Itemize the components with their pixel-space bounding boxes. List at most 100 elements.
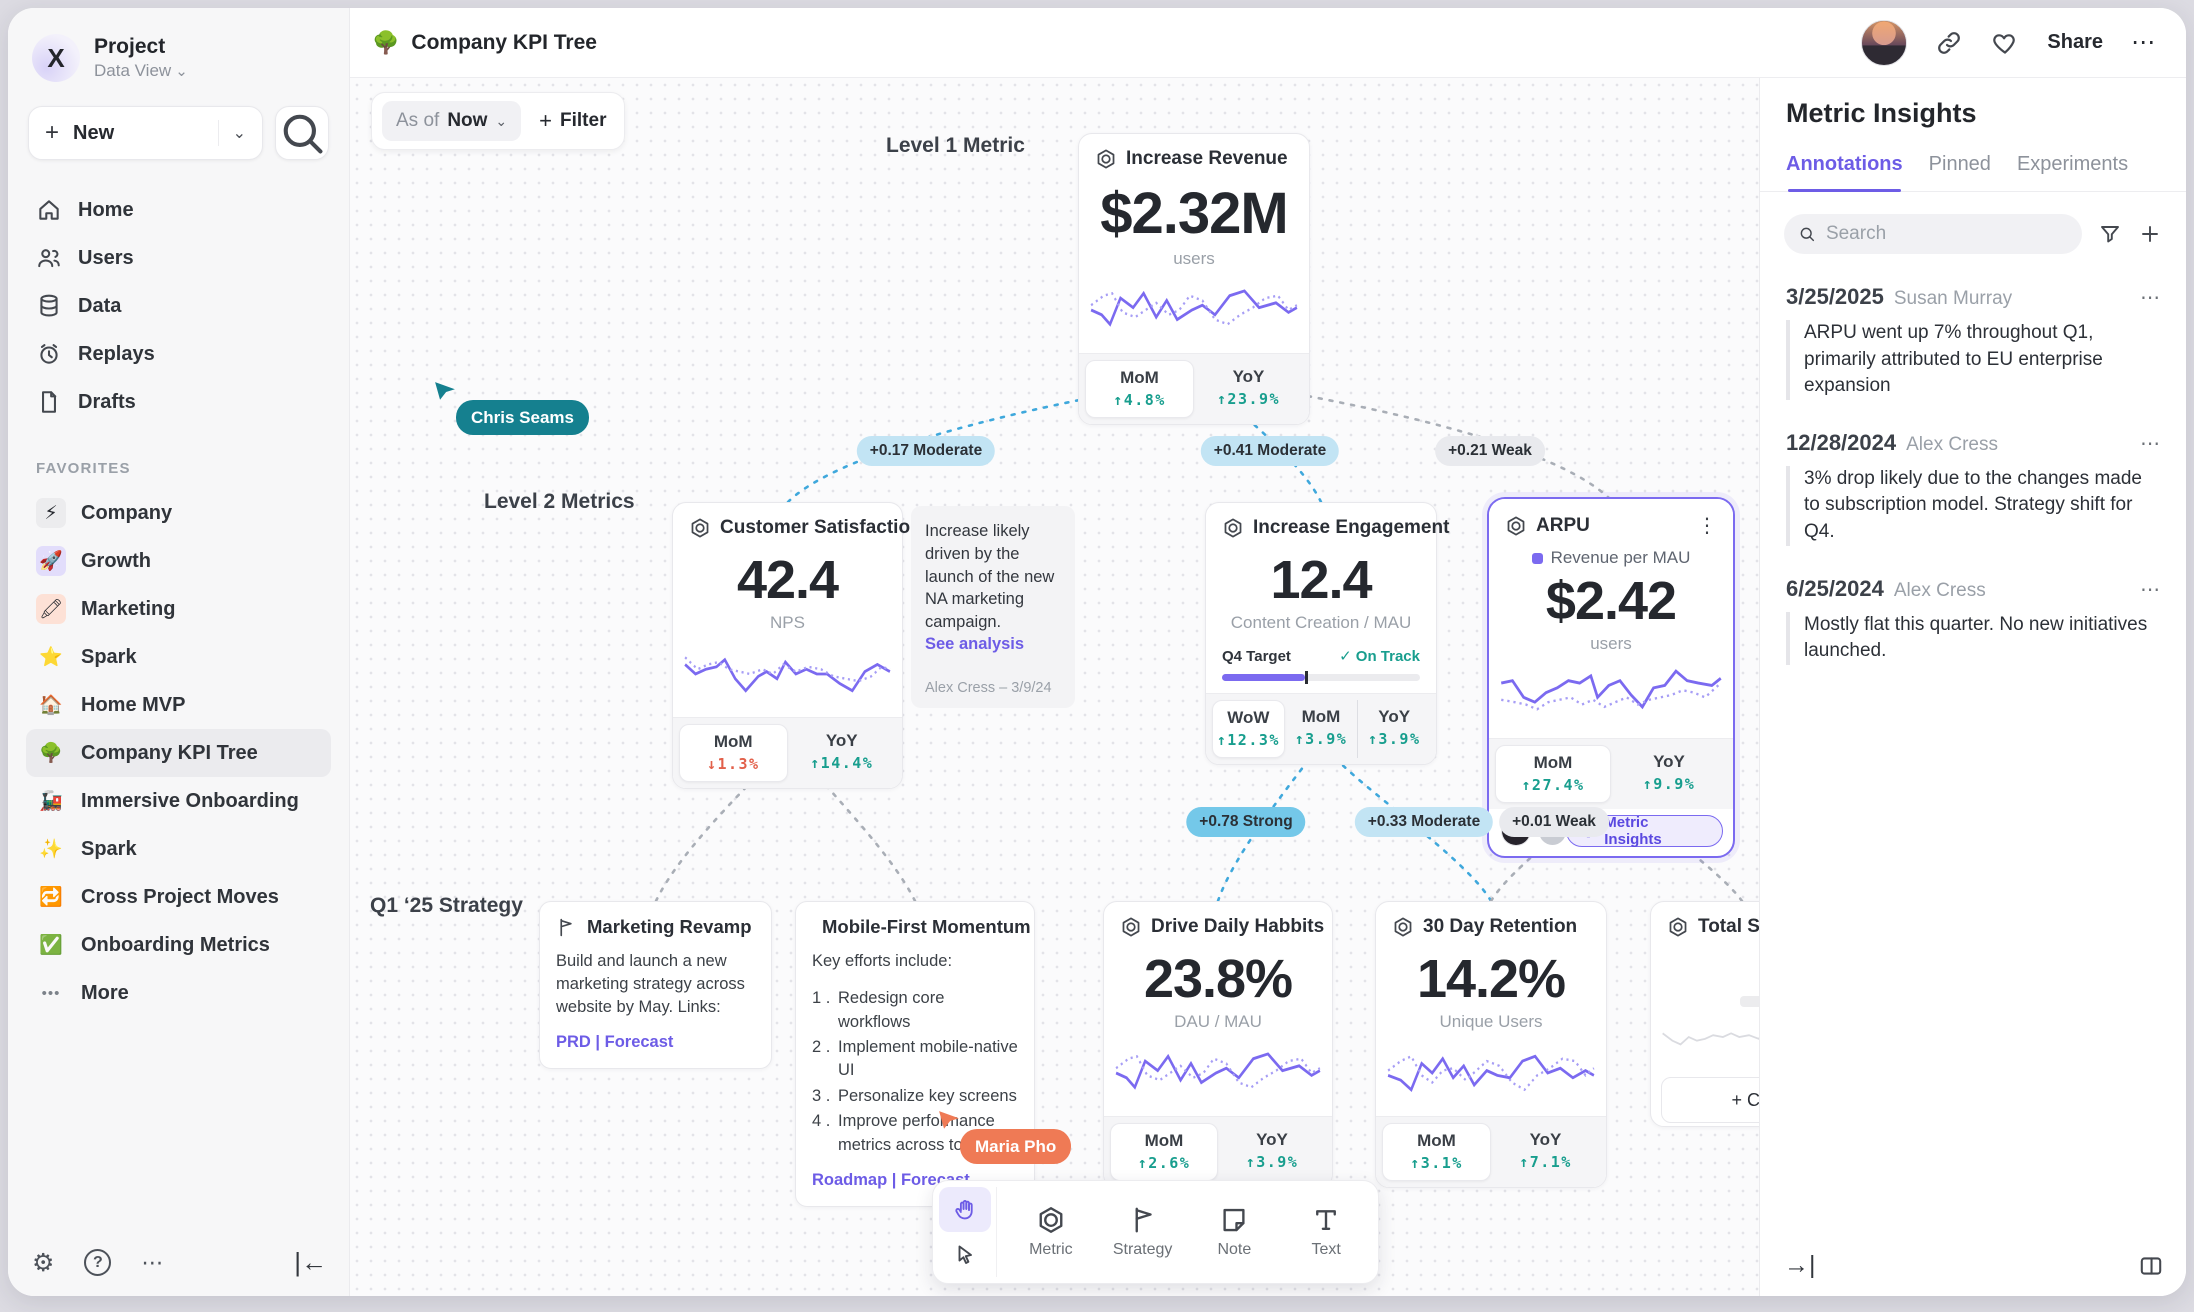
collapse-sidebar-icon[interactable]: |← — [294, 1247, 327, 1278]
metric-value: $2.32M — [1079, 180, 1309, 247]
tab-annotations[interactable]: Annotations — [1786, 153, 1903, 191]
collaborator-cursor-maria: Maria Pho — [938, 1110, 1071, 1164]
new-button[interactable]: + New ⌄ — [28, 106, 263, 160]
chevron-down-icon: ⌄ — [175, 63, 188, 80]
layout-columns-icon[interactable] — [2138, 1253, 2164, 1279]
stat-yoy: YoY↑14.4% — [788, 724, 897, 782]
favorites-heading: FAVORITES — [36, 460, 321, 477]
note-tool-button[interactable]: Note — [1189, 1187, 1281, 1277]
series-legend: Revenue per MAU — [1489, 548, 1733, 568]
select-tool-button[interactable] — [939, 1232, 991, 1277]
chevron-down-icon[interactable]: ⌄ — [233, 123, 246, 143]
text-icon — [1311, 1205, 1341, 1235]
annotation-menu-icon[interactable]: ⋯ — [2140, 577, 2160, 602]
list-item: Implement mobile-native UI — [812, 1036, 1018, 1083]
train-icon: 🚂 — [36, 786, 66, 816]
sidebar-item-spark[interactable]: ⭐Spark — [26, 633, 331, 681]
metric-card-arpu[interactable]: ARPU ⋮ Revenue per MAU $2.42 users MoM↑2… — [1489, 499, 1733, 809]
canvas-note[interactable]: Increase likely driven by the launch of … — [911, 506, 1075, 708]
tab-experiments[interactable]: Experiments — [2017, 153, 2128, 191]
hexagon-metric-icon — [1120, 916, 1142, 938]
sidebar-item-home[interactable]: Home — [26, 186, 331, 234]
sparkline-chart — [1661, 1013, 1759, 1061]
sidebar-nav: Home Users Data Replays Drafts — [26, 186, 331, 426]
hand-tool-button[interactable] — [939, 1187, 991, 1232]
connect-data-button[interactable]: + Connec — [1661, 1077, 1759, 1123]
metric-card-increase-revenue[interactable]: Increase Revenue $2.32M users MoM↑4.8% Y… — [1078, 133, 1310, 425]
strategy-tool-button[interactable]: Strategy — [1097, 1187, 1189, 1277]
kpi-tree-canvas[interactable]: As of Now ⌄ + Filter Level 1 Metric Leve… — [350, 78, 1759, 1296]
sidebar-item-spark-2[interactable]: ✨Spark — [26, 825, 331, 873]
sidebar-item-home-mvp[interactable]: 🏠Home MVP — [26, 681, 331, 729]
search-input[interactable] — [1826, 223, 2068, 245]
see-analysis-link[interactable]: See analysis — [925, 635, 1061, 654]
hexagon-metric-icon — [1505, 515, 1527, 537]
sidebar-item-growth[interactable]: 🚀Growth — [26, 537, 331, 585]
doc-title: 🌳 Company KPI Tree — [372, 30, 597, 56]
help-icon[interactable]: ? — [84, 1249, 111, 1276]
edge-label: +0.78 Strong — [1186, 807, 1305, 837]
edge-label: +0.21 Weak — [1435, 436, 1545, 466]
metric-card-customer-satisfaction[interactable]: Customer Satisfaction 42.4 NPS MoM↓1.3% … — [672, 502, 903, 789]
add-annotation-icon[interactable] — [2138, 222, 2162, 246]
annotation-item[interactable]: 6/25/2024 Alex Cress ⋯ Mostly flat this … — [1786, 576, 2160, 665]
favorite-heart-icon[interactable] — [1991, 29, 2019, 57]
strategy-card-marketing-revamp[interactable]: Marketing Revamp Build and launch a new … — [539, 901, 772, 1069]
annotation-menu-icon[interactable]: ⋯ — [2140, 285, 2160, 310]
card-menu-icon[interactable]: ⋮ — [1697, 513, 1717, 538]
sidebar-item-immersive-onboarding[interactable]: 🚂Immersive Onboarding — [26, 777, 331, 825]
sidebar-item-company-kpi-tree[interactable]: 🌳Company KPI Tree — [26, 729, 331, 777]
collapse-panel-icon[interactable]: →| — [1784, 1251, 1816, 1280]
hexagon-metric-icon — [1222, 517, 1244, 539]
metric-card-arpu-selected[interactable]: ARPU ⋮ Revenue per MAU $2.42 users MoM↑2… — [1487, 497, 1735, 858]
metric-unit: NPS — [673, 613, 902, 633]
metric-card-drive-daily-habbits[interactable]: Drive Daily Habbits 23.8% DAU / MAU MoM↑… — [1103, 901, 1333, 1188]
filter-button[interactable]: + Filter — [539, 108, 606, 134]
hexagon-metric-icon — [1095, 148, 1117, 170]
copy-link-icon[interactable] — [1935, 29, 1963, 57]
project-switcher[interactable]: X Project Data View⌄ — [26, 30, 331, 82]
filter-funnel-icon[interactable] — [2098, 222, 2122, 246]
metric-card-30-day-retention[interactable]: 30 Day Retention 14.2% Unique Users MoM↑… — [1375, 901, 1607, 1188]
sidebar-item-onboarding-metrics[interactable]: ✅Onboarding Metrics — [26, 921, 331, 969]
metric-card-total-subscriptions[interactable]: Total Subscript + Connec — [1650, 901, 1759, 1127]
panel-title: Metric Insights — [1760, 78, 2186, 129]
tab-pinned[interactable]: Pinned — [1929, 153, 1991, 191]
sidebar-item-more[interactable]: •••More — [26, 969, 331, 1017]
metric-tool-button[interactable]: Metric — [1005, 1187, 1097, 1277]
user-avatar[interactable] — [1861, 20, 1907, 66]
annotations-search[interactable] — [1784, 214, 2082, 254]
search-icon — [276, 107, 328, 159]
metric-card-increase-engagement[interactable]: Increase Engagement 12.4 Content Creatio… — [1205, 502, 1437, 765]
search-icon — [1798, 224, 1816, 244]
metric-unit: users — [1079, 249, 1309, 269]
share-button[interactable]: Share — [2047, 31, 2103, 54]
more-menu-icon[interactable]: ⋯ — [2131, 28, 2156, 57]
sidebar-item-replays[interactable]: Replays — [26, 330, 331, 378]
annotation-item[interactable]: 3/25/2025 Susan Murray ⋯ ARPU went up 7%… — [1786, 284, 2160, 400]
sidebar-item-users[interactable]: Users — [26, 234, 331, 282]
crayon-icon: 🖍 — [36, 594, 66, 624]
sparkline-chart — [1089, 279, 1299, 341]
annotation-menu-icon[interactable]: ⋯ — [2140, 431, 2160, 456]
text-tool-button[interactable]: Text — [1280, 1187, 1372, 1277]
sidebar-search-button[interactable] — [275, 106, 329, 160]
settings-gear-icon[interactable]: ⚙ — [32, 1248, 54, 1278]
target-label: Q4 Target — [1222, 648, 1291, 665]
strategy-links[interactable]: PRD | Forecast — [556, 1033, 755, 1052]
sidebar-item-cross-project-moves[interactable]: 🔁Cross Project Moves — [26, 873, 331, 921]
sidebar-item-company[interactable]: ⚡Company — [26, 489, 331, 537]
bolt-icon: ⚡ — [36, 498, 66, 528]
sparkline-chart — [1386, 1042, 1596, 1104]
checkbox-icon: ✅ — [36, 930, 66, 960]
sidebar-item-marketing[interactable]: 🖍Marketing — [26, 585, 331, 633]
plus-icon: + — [45, 119, 59, 147]
more-options-icon[interactable]: ⋯ — [141, 1250, 165, 1276]
as-of-selector[interactable]: As of Now ⌄ — [382, 101, 521, 141]
annotation-item[interactable]: 12/28/2024 Alex Cress ⋯ 3% drop likely d… — [1786, 430, 2160, 546]
sidebar-item-data[interactable]: Data — [26, 282, 331, 330]
workspace-switcher[interactable]: Data View⌄ — [94, 61, 188, 81]
app-window: X Project Data View⌄ + New ⌄ Home — [8, 8, 2186, 1296]
hexagon-metric-icon — [1036, 1205, 1066, 1235]
sidebar-item-drafts[interactable]: Drafts — [26, 378, 331, 426]
